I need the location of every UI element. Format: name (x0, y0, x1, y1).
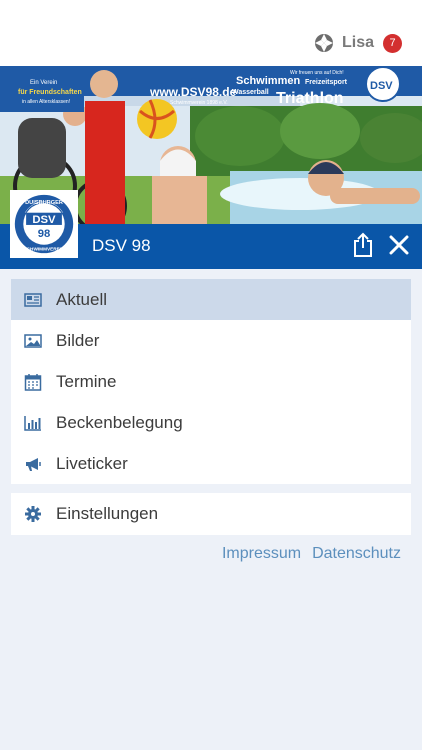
menu-item-beckenbelegung[interactable]: Beckenbelegung (11, 402, 411, 443)
club-name: DSV 98 (92, 236, 151, 255)
menu-label: Bilder (56, 330, 100, 350)
sports-ball-icon (314, 34, 333, 52)
datenschutz-link[interactable]: Datenschutz (312, 545, 401, 563)
club-header: DUISBURGER DSV 98 SCHWIMMVEREIN DSV 98 (0, 190, 422, 269)
logo-number: 98 (38, 228, 51, 240)
logo-center-text: DSV (32, 214, 56, 226)
banner-tagline-2: für Freundschaften (18, 89, 82, 96)
share-icon[interactable] (352, 232, 374, 258)
footer-links: Impressum Datenschutz (222, 545, 401, 563)
user-name: Lisa (341, 34, 374, 51)
bar-chart-icon (24, 415, 41, 431)
menu-label: Termine (56, 371, 117, 391)
menu-item-termine[interactable]: Termine (11, 361, 411, 402)
menu-label: Aktuell (56, 289, 108, 309)
gear-icon (25, 506, 41, 522)
top-bar: Lisa 7 (0, 0, 422, 66)
svg-text:DSV: DSV (370, 80, 393, 92)
settings-label: Einstellungen (56, 504, 159, 523)
menu-item-bilder[interactable]: Bilder (11, 320, 411, 361)
logo-top-text: DUISBURGER (25, 200, 63, 206)
banner-tagline-3: in allen Altersklassen! (22, 99, 70, 105)
menu-label: Liveticker (56, 453, 128, 473)
calendar-icon (24, 373, 42, 391)
settings-item[interactable]: Einstellungen (11, 493, 411, 535)
user-menu[interactable]: Lisa 7 (314, 33, 402, 53)
impressum-link[interactable]: Impressum (222, 545, 301, 563)
megaphone-icon (26, 457, 41, 471)
club-logo: DUISBURGER DSV 98 SCHWIMMVEREIN (10, 190, 78, 258)
close-icon[interactable] (388, 234, 410, 256)
banner-tagline-1: Ein Verein (30, 80, 57, 86)
banner-website: www.DSV98.de (149, 85, 237, 99)
menu-item-aktuell[interactable]: Aktuell (11, 279, 411, 320)
banner-sport-schwimmen: Schwimmen (236, 75, 300, 87)
newspaper-icon (24, 292, 42, 307)
menu-item-liveticker[interactable]: Liveticker (11, 443, 411, 484)
banner-sport-wasserball: Wasserball (232, 89, 269, 96)
menu-label: Beckenbelegung (56, 412, 183, 432)
banner-sport-freizeitsport: Freizeitsport (305, 79, 348, 86)
banner-sport-triathlon: Triathlon (276, 90, 344, 107)
main-menu: Aktuell Bilder Termine Beckenbelegung Li… (11, 279, 411, 484)
logo-bottom-text: SCHWIMMVEREIN (24, 246, 66, 251)
image-icon (24, 333, 42, 348)
notification-badge[interactable]: 7 (383, 33, 402, 53)
banner-website-sub: Schwimmverein 1898 e.V. (170, 100, 228, 106)
